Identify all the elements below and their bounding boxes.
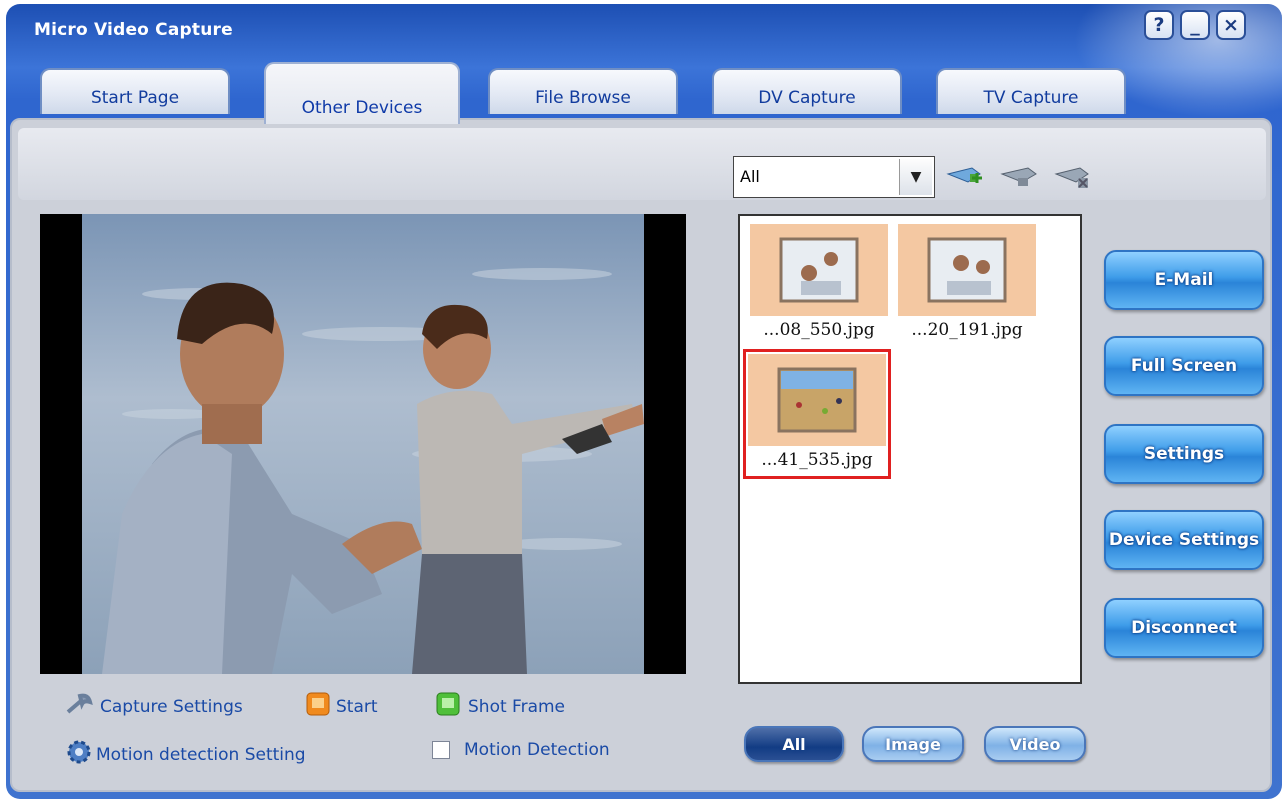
remove-device-icon[interactable] [1054, 160, 1094, 194]
tab-file-browse[interactable]: File Browse [488, 68, 678, 114]
email-button[interactable]: E-Mail [1104, 250, 1264, 310]
window-title: Micro Video Capture [34, 20, 233, 40]
preview-scene [82, 214, 644, 674]
motion-detection-setting-control[interactable]: Motion detection Setting [64, 738, 306, 771]
gear-icon [64, 738, 94, 771]
wrench-icon [64, 692, 94, 721]
file-list[interactable]: ...08_550.jpg ...20_191.jpg ...41_535.jp… [738, 214, 1082, 684]
start-control[interactable]: Start [306, 692, 378, 721]
motion-detection-checkbox[interactable] [432, 741, 450, 759]
filter-video-button[interactable]: Video [984, 726, 1086, 762]
video-preview [40, 214, 686, 674]
snapshot-icon [436, 692, 462, 721]
record-icon [306, 692, 330, 721]
close-button[interactable]: × [1216, 10, 1246, 40]
thumbnail-image [898, 224, 1036, 316]
filter-image-button[interactable]: Image [862, 726, 964, 762]
disconnect-button[interactable]: Disconnect [1104, 598, 1264, 658]
add-device-icon[interactable] [946, 160, 986, 194]
shot-frame-label: Shot Frame [468, 696, 566, 717]
title-bar[interactable]: Micro Video Capture [6, 4, 1282, 64]
filter-all-button[interactable]: All [744, 726, 844, 762]
file-thumbnail[interactable]: ...08_550.jpg [748, 224, 890, 340]
file-name: ...08_550.jpg [763, 320, 875, 340]
motion-detection-control[interactable]: Motion Detection [432, 740, 610, 760]
tab-dv-capture[interactable]: DV Capture [712, 68, 902, 114]
device-icon[interactable] [1000, 160, 1040, 194]
capture-settings-control[interactable]: Capture Settings [64, 692, 243, 721]
help-button[interactable]: ? [1144, 10, 1174, 40]
filter-select[interactable]: All ▼ [733, 156, 935, 198]
motion-detection-label: Motion Detection [464, 740, 610, 760]
thumbnail-image [750, 224, 888, 316]
capture-settings-label: Capture Settings [100, 696, 243, 717]
device-settings-button[interactable]: Device Settings [1104, 510, 1264, 570]
tab-other-devices[interactable]: Other Devices [264, 62, 460, 124]
file-name: ...20_191.jpg [911, 320, 1023, 340]
thumbnail-image [748, 354, 886, 446]
preview-image [82, 214, 644, 674]
motion-setting-label: Motion detection Setting [96, 744, 306, 765]
file-thumbnail[interactable]: ...20_191.jpg [896, 224, 1038, 340]
shot-frame-control[interactable]: Shot Frame [436, 692, 565, 721]
full-screen-button[interactable]: Full Screen [1104, 336, 1264, 396]
start-label: Start [336, 696, 378, 717]
settings-button[interactable]: Settings [1104, 424, 1264, 484]
filter-select-value: All [740, 167, 760, 186]
file-thumbnail-selected[interactable]: ...41_535.jpg [743, 349, 891, 479]
tab-start-page[interactable]: Start Page [40, 68, 230, 114]
tab-tv-capture[interactable]: TV Capture [936, 68, 1126, 114]
file-name: ...41_535.jpg [761, 450, 873, 470]
chevron-down-icon[interactable]: ▼ [899, 159, 932, 195]
minimize-button[interactable]: _ [1180, 10, 1210, 40]
